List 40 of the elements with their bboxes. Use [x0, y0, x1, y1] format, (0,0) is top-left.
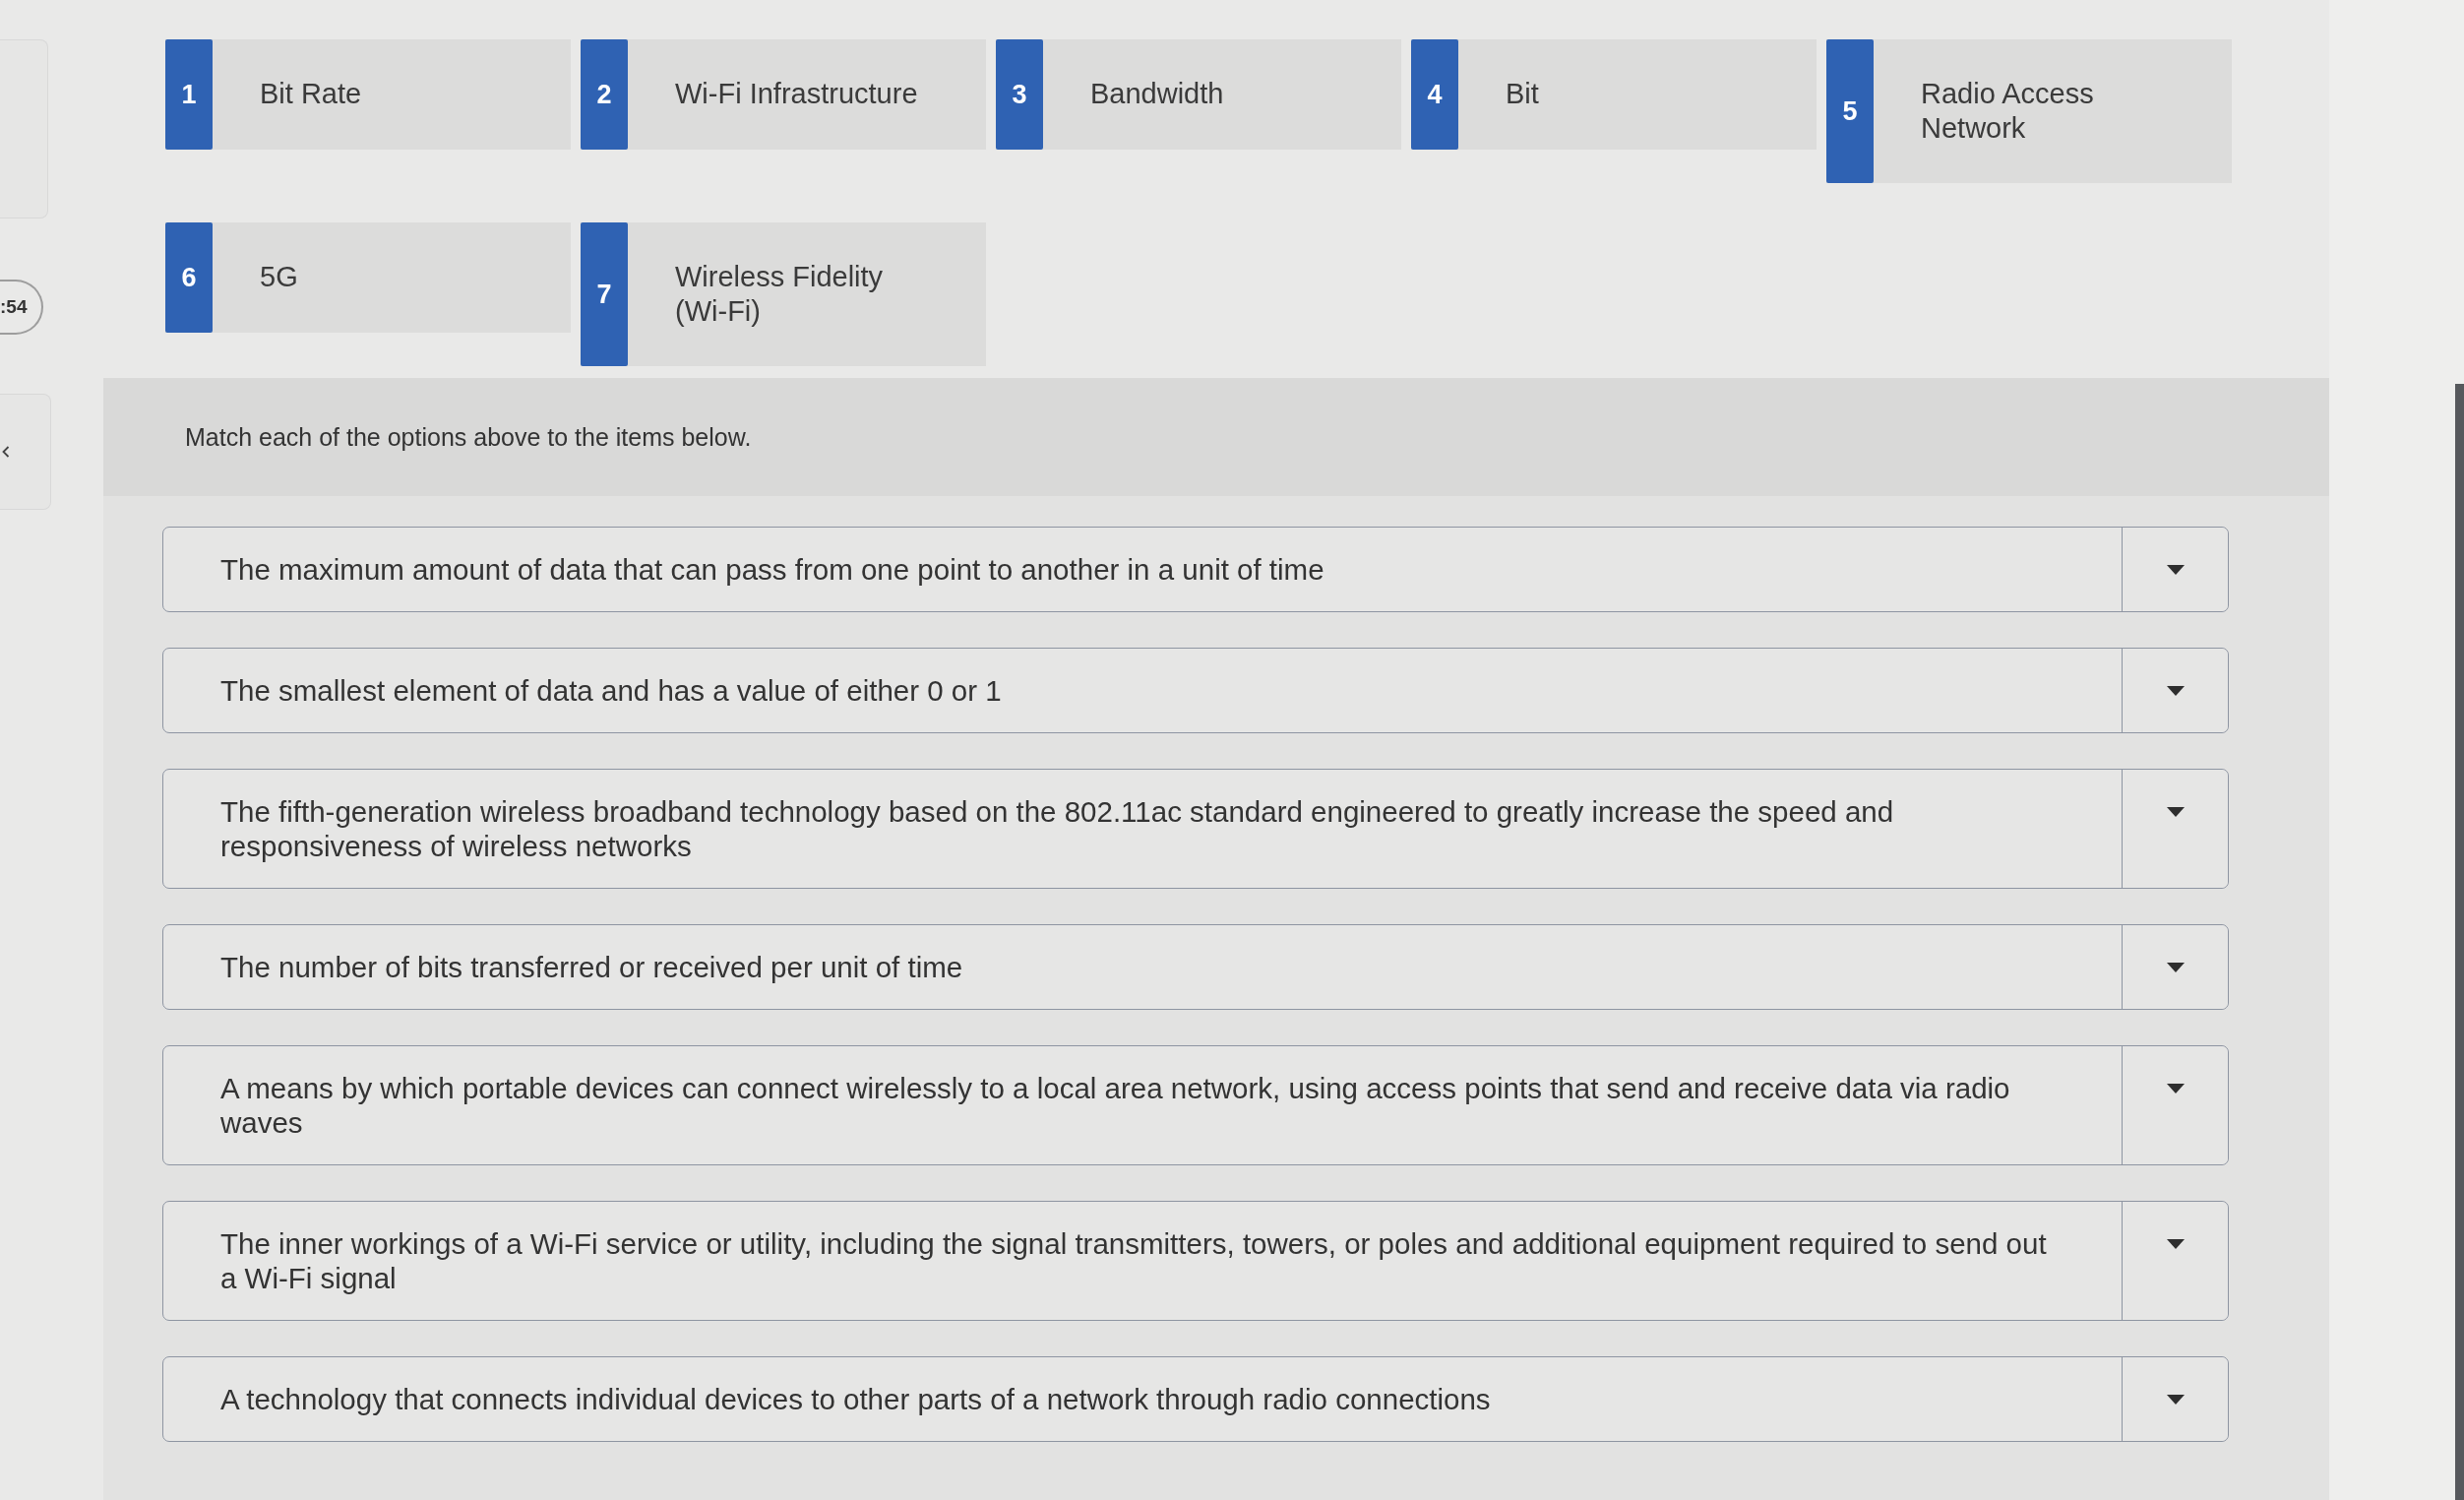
option-number: 7 [581, 222, 628, 366]
dropdown-button[interactable] [2122, 925, 2228, 1009]
item-prompt: The inner workings of a Wi-Fi service or utility, including the signal transmitters, towers, or poles and additional equipment required to send out a Wi-Fi signal [219, 1226, 2048, 1296]
caret-down-icon [2166, 565, 2185, 575]
dropdown-button[interactable] [2122, 649, 2228, 732]
option-label: Wi-Fi Infrastructure [674, 77, 919, 111]
option-label: Radio Access Network [1920, 77, 2095, 146]
option-label: Bit [1505, 77, 1540, 111]
caret-down-icon [2166, 807, 2185, 817]
dropdown-button[interactable] [2122, 1046, 2228, 1164]
option-number: 3 [996, 39, 1043, 150]
option-number: 5 [1826, 39, 1874, 183]
caret-down-icon [2166, 963, 2185, 972]
option-label: 5G [259, 260, 299, 294]
scrollbar[interactable] [2455, 384, 2464, 1500]
item-prompt: The fifth-generation wireless broadband technology based on the 802.11ac standard engineered to greatly increase the speed and responsiveness of wireless networks [219, 794, 1895, 864]
caret-down-icon [2166, 686, 2185, 696]
dropdown-button[interactable] [2122, 770, 2228, 888]
option-number: 1 [165, 39, 213, 150]
dropdown-button[interactable] [2122, 528, 2228, 611]
chevron-left-icon [2, 446, 10, 458]
caret-down-icon [2166, 1395, 2185, 1405]
option-number: 4 [1411, 39, 1458, 150]
option-label: Wireless Fidelity (Wi-Fi) [674, 260, 885, 329]
dropdown-button[interactable] [2122, 1357, 2228, 1441]
dropdown-button[interactable] [2122, 1202, 2228, 1320]
instruction-text: Match each of the options above to the items below. [185, 422, 752, 452]
option-number: 2 [581, 39, 628, 150]
item-prompt: The maximum amount of data that can pass from one point to another in a unit of time [219, 552, 1325, 588]
item-prompt: The number of bits transferred or received per unit of time [219, 950, 964, 985]
item-prompt: A means by which portable devices can connect wirelessly to a local area network, using access points that send and receive data via radio waves [219, 1071, 2011, 1141]
option-label: Bandwidth [1089, 77, 1225, 111]
item-prompt: A technology that connects individual devices to other parts of a network through radio connections [219, 1382, 1492, 1417]
caret-down-icon [2166, 1239, 2185, 1249]
timer: :54 [0, 280, 43, 335]
collapse-button[interactable] [0, 394, 51, 510]
item-prompt: The smallest element of data and has a value of either 0 or 1 [219, 673, 1003, 709]
option-number: 6 [165, 222, 213, 333]
option-label: Bit Rate [259, 77, 363, 111]
caret-down-icon [2166, 1084, 2185, 1094]
